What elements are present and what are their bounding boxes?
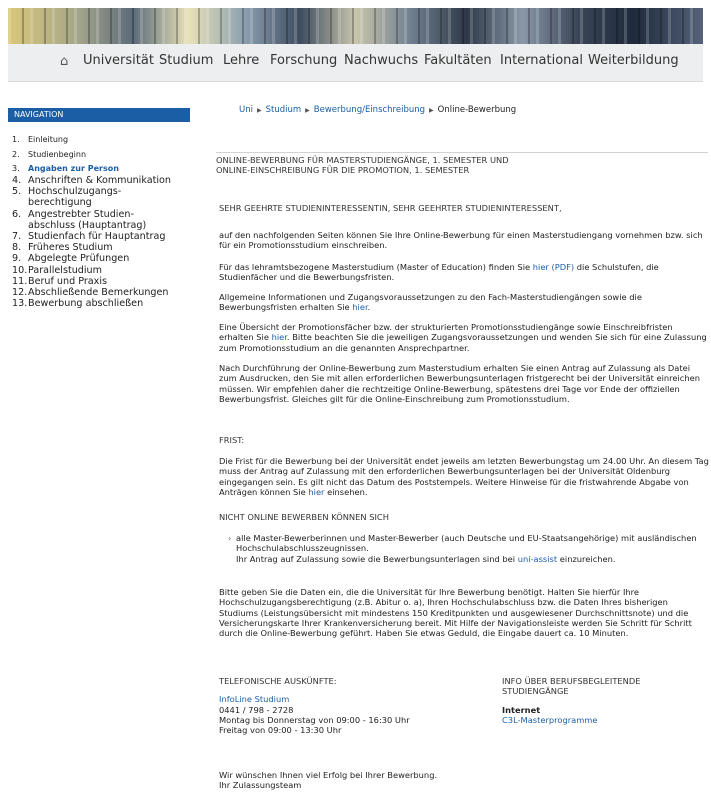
sidebar-navigation: 1. Einleitung 2. Studienbeginn 3. Angaben z… (12, 132, 202, 309)
sidebar-item-beruf-praxis[interactable]: 11. Beruf und Praxis (12, 276, 202, 287)
sidebar-item-studienfach[interactable]: 7. Studienfach für Hauptantrag (12, 231, 202, 242)
telefon-hours-1: Montag bis Donnerstag von 09:00 - 16:30 … (219, 714, 410, 725)
paragraph-intro: auf den nachfolgenden Seiten können Sie … (219, 230, 703, 251)
telefon-section: TELEFONISCHE AUSKÜNFTE: InfoLine Studium… (219, 676, 479, 735)
greeting: SEHR GEEHRTE STUDIENINTERESSENTIN, SEHR … (219, 203, 562, 213)
nav-universitaet[interactable]: Universität (83, 53, 154, 68)
nav-nachwuchs[interactable]: Nachwuchs (344, 53, 418, 68)
top-navigation: ⌂ Universität Studium Lehre Forschung Na… (8, 44, 703, 82)
closing: Wir wünschen Ihnen viel Erfolg bei Ihrer… (219, 770, 619, 791)
sidebar-item-hochschulzugang[interactable]: 5. Hochschulzugangs- (12, 186, 202, 197)
breadcrumb-current: Online-Bewerbung (437, 105, 517, 115)
sidebar-item-studienbeginn[interactable]: 2. Studienbeginn (12, 147, 202, 162)
list-item: › alle Master-Bewerberinnen und Master-B… (228, 533, 706, 564)
link-pdf[interactable]: hier (PDF) (533, 262, 574, 272)
header-banner-image (8, 8, 703, 44)
sidebar-item-studienabschluss[interactable]: 6. Angestrebter Studien- (12, 209, 202, 220)
sidebar-item-pruefungen[interactable]: 9. Abgelegte Prüfungen (12, 253, 202, 264)
breadcrumb: Uni ▶ Studium ▶ Bewerbung/Einschreibung ▶ Onli… (239, 105, 516, 115)
info-heading-1: INFO ÜBER BERUFSBEGLEITENDE (502, 676, 641, 686)
link-promotion[interactable]: hier (272, 332, 287, 342)
nav-forschung[interactable]: Forschung (270, 53, 337, 68)
nav-studium[interactable]: Studium (159, 53, 213, 68)
sidebar-item-hochschulzugang-cont[interactable]: berechtigung (12, 197, 202, 208)
sidebar-item-parallelstudium[interactable]: 10. Parallelstudium (12, 265, 202, 276)
link-frist-hinweise[interactable]: hier (308, 487, 324, 497)
nav-weiterbildung[interactable]: Weiterbildung (588, 53, 679, 68)
chevron-right-icon: ▶ (429, 107, 434, 114)
sidebar-item-anschriften[interactable]: 4. Anschriften & Kommunikation (12, 175, 202, 186)
telefon-heading: TELEFONISCHE AUSKÜNFTE: (219, 676, 337, 686)
page-title-line2: ONLINE-EINSCHREIBUNG FÜR DIE PROMOTION, … (216, 165, 470, 175)
telefon-number: 0441 / 798 - 2728 (219, 704, 294, 715)
chevron-right-icon: ▶ (256, 107, 262, 114)
sidebar-item-studienabschluss-cont[interactable]: abschluss (Hauptantrag) (12, 220, 202, 231)
sidebar-item-bemerkungen[interactable]: 12. Abschließende Bemerkungen (12, 287, 202, 298)
info-internet-label: Internet (502, 704, 541, 715)
chevron-right-icon: › (228, 533, 232, 543)
bullet-note: Ihr Antrag auf Zulassung sowie die Bewer… (236, 553, 616, 564)
sidebar-item-frueheres-studium[interactable]: 8. Früheres Studium (12, 242, 202, 253)
chevron-right-icon: ▶ (305, 107, 310, 114)
page-title: ONLINE-BEWERBUNG FÜR MASTERSTUDIENGÄNGE,… (216, 152, 708, 175)
nav-fakultaeten[interactable]: Fakultäten (424, 53, 492, 68)
breadcrumb-bewerbung[interactable]: Bewerbung/Einschreibung (314, 105, 425, 115)
paragraph-promotion: Eine Übersicht der Promotionsfächer bzw.… (219, 322, 707, 353)
link-infoline[interactable]: InfoLine Studium (219, 694, 289, 704)
paragraph-antrag: Nach Durchführung der Online-Bewerbung z… (219, 363, 700, 404)
bullet-text: alle Master-Bewerberinnen und Master-Bew… (236, 533, 697, 554)
page-title-line1: ONLINE-BEWERBUNG FÜR MASTERSTUDIENGÄNGE,… (216, 155, 509, 165)
nav-lehre[interactable]: Lehre (223, 53, 259, 68)
frist-heading: FRIST: (219, 435, 245, 445)
sidebar-item-einleitung[interactable]: 1. Einleitung (12, 132, 202, 147)
link-fachmaster[interactable]: hier (352, 302, 367, 312)
sidebar-heading: NAVIGATION (8, 108, 190, 122)
sidebar-item-abschliessen[interactable]: 13. Bewerbung abschließen (12, 298, 202, 309)
link-uni-assist[interactable]: uni-assist (518, 554, 557, 564)
paragraph-fachmaster: Allgemeine Informationen und Zugangsvora… (219, 292, 642, 313)
telefon-hours-2: Freitag von 09:00 - 13:30 Uhr (219, 725, 342, 736)
info-heading-2: STUDIENGÄNGE (502, 686, 569, 697)
info-section: INFO ÜBER BERUFSBEGLEITENDE STUDIENGÄNGE… (502, 676, 702, 725)
nav-international[interactable]: International (500, 53, 583, 68)
closing-line-1: Wir wünschen Ihnen viel Erfolg bei Ihrer… (219, 770, 438, 780)
paragraph-lehramt: Für das lehramtsbezogene Masterstudium (… (219, 262, 659, 283)
breadcrumb-uni[interactable]: Uni (239, 105, 253, 115)
paragraph-daten: Bitte geben Sie die Daten ein, die die U… (219, 587, 692, 639)
home-icon[interactable]: ⌂ (60, 54, 68, 69)
link-c3l[interactable]: C3L-Masterprogramme (502, 715, 597, 725)
sidebar-item-angaben-zur-person[interactable]: 3. Angaben zur Person (12, 162, 202, 175)
nicht-online-heading: NICHT ONLINE BEWERBEN KÖNNEN SICH (219, 512, 389, 522)
breadcrumb-studium[interactable]: Studium (266, 105, 302, 115)
closing-line-2: Ihr Zulassungsteam (219, 780, 302, 791)
paragraph-frist: Die Frist für die Bewerbung bei der Univ… (219, 456, 709, 497)
